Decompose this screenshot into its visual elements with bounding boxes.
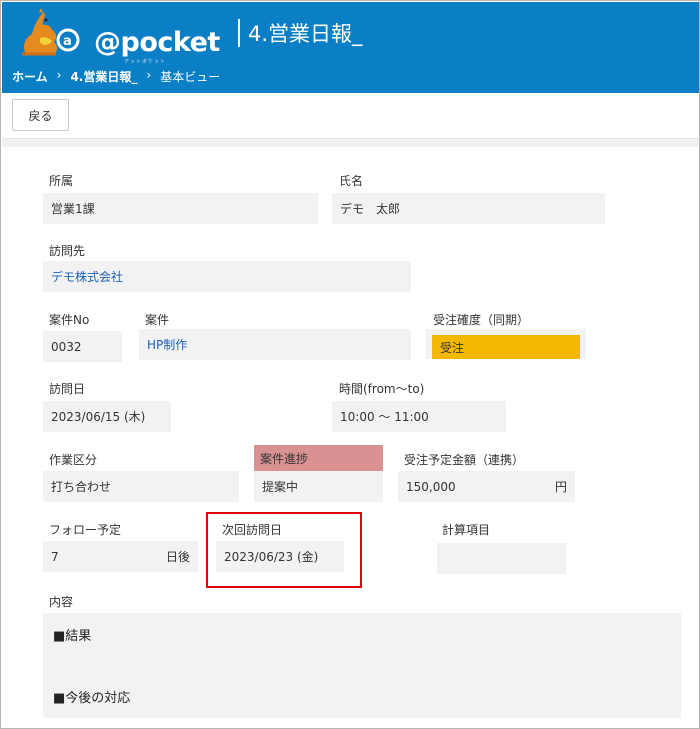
content-label: 内容 xyxy=(49,595,74,609)
order-amount-value: 150,000 xyxy=(406,479,456,494)
page-title: 4.営業日報_ xyxy=(248,22,363,46)
breadcrumb-home[interactable]: ホーム xyxy=(12,68,48,85)
order-certainty-label: 受注確度（同期） xyxy=(433,313,530,327)
follow-up-label: フォロー予定 xyxy=(49,523,122,537)
breadcrumb-separator: › xyxy=(56,68,62,82)
next-visit-value: 2023/06/23 (金) xyxy=(216,541,344,572)
case-link[interactable]: HP制作 xyxy=(147,336,187,353)
case-field: HP制作 xyxy=(139,329,411,360)
visit-to-label: 訪問先 xyxy=(49,244,86,258)
app-logo[interactable]: a @pocket アットポケット xyxy=(12,8,220,65)
case-label: 案件 xyxy=(145,313,170,327)
visit-to-field: デモ株式会社 xyxy=(43,261,411,292)
next-visit-label: 次回訪問日 xyxy=(222,523,283,537)
visit-date-label: 訪問日 xyxy=(49,382,86,396)
svg-text:a: a xyxy=(63,34,72,49)
follow-up-value: 7 xyxy=(51,549,59,564)
toolbar: 戻る xyxy=(2,93,699,139)
case-progress-label: 案件進捗 xyxy=(254,445,383,471)
order-certainty-badge: 受注 xyxy=(432,335,580,359)
back-button[interactable]: 戻る xyxy=(12,99,69,131)
case-no-label: 案件No xyxy=(49,313,90,327)
order-amount-label: 受注予定金額（連携） xyxy=(404,453,525,467)
follow-up-field: 7 日後 xyxy=(43,541,198,572)
section-divider xyxy=(2,139,699,147)
breadcrumb: ホーム › 4.営業日報_ › 基本ビュー xyxy=(12,68,220,85)
visit-to-link[interactable]: デモ株式会社 xyxy=(51,268,123,285)
affiliation-label: 所属 xyxy=(49,174,74,188)
calc-item-label: 計算項目 xyxy=(442,523,491,537)
app-frame: a @pocket アットポケット 4.営業日報_ ホーム › 4.営業日報_ … xyxy=(0,0,700,729)
breadcrumb-app[interactable]: 4.営業日報_ xyxy=(70,68,137,85)
content-next-action-heading: ■今後の対応 xyxy=(53,691,131,706)
breadcrumb-view: 基本ビュー xyxy=(160,70,221,84)
affiliation-value: 営業1課 xyxy=(43,193,318,224)
logo-subtitle: アットポケット xyxy=(124,59,167,65)
name-label: 氏名 xyxy=(339,174,364,188)
breadcrumb-separator: › xyxy=(146,68,152,82)
time-value: 10:00 〜 11:00 xyxy=(332,401,506,432)
order-amount-field: 150,000 円 xyxy=(398,471,575,502)
case-progress-value: 提案中 xyxy=(254,471,383,502)
content-area: ■結果 ■今後の対応 xyxy=(43,613,681,718)
kangaroo-logo-icon: a xyxy=(22,8,80,56)
time-label: 時間(from〜to) xyxy=(339,382,425,396)
logo-wordmark: @pocket xyxy=(94,27,220,58)
work-type-label: 作業区分 xyxy=(49,453,98,467)
case-no-value: 0032 xyxy=(43,331,122,362)
app-header: a @pocket アットポケット 4.営業日報_ ホーム › 4.営業日報_ … xyxy=(2,2,699,93)
visit-date-value: 2023/06/15 (木) xyxy=(43,401,171,432)
work-type-value: 打ち合わせ xyxy=(43,471,239,502)
follow-up-unit: 日後 xyxy=(165,550,190,564)
calc-item-value xyxy=(437,543,566,574)
content-result-heading: ■結果 xyxy=(53,629,92,644)
name-value: デモ 太郎 xyxy=(332,193,605,224)
title-divider xyxy=(238,19,240,47)
order-amount-unit: 円 xyxy=(554,480,567,494)
